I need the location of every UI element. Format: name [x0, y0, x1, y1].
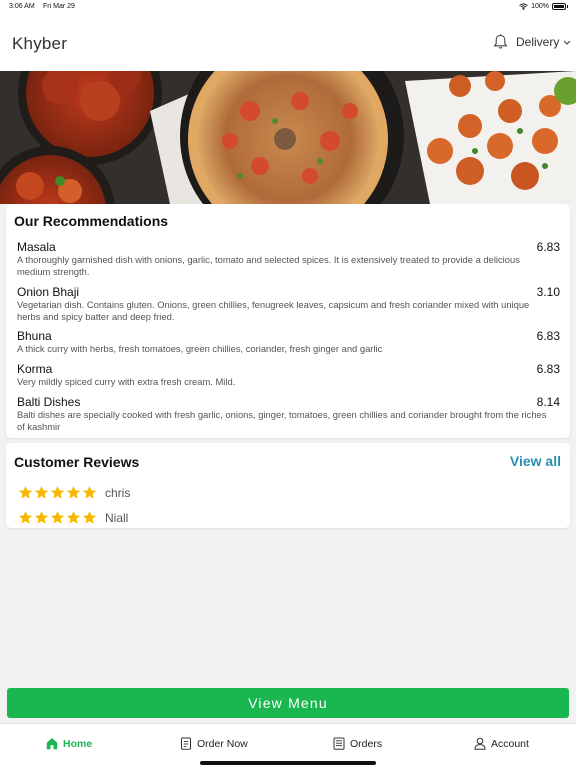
tab-home[interactable]: Home: [46, 737, 92, 750]
bottom-tab-bar: Home Order Now Orders Account: [0, 723, 576, 768]
menu-item-price: 8.14: [536, 395, 560, 409]
tab-label: Home: [63, 737, 93, 750]
star-icon: [50, 485, 65, 499]
view-menu-button[interactable]: View Menu: [7, 688, 569, 718]
star-icon: [34, 485, 49, 499]
receipt-icon: [333, 737, 345, 750]
tab-order-now[interactable]: Order Now: [180, 737, 248, 750]
tab-orders[interactable]: Orders: [333, 737, 382, 750]
star-icon: [82, 510, 97, 524]
menu-item-name: Bhuna: [17, 329, 52, 343]
menu-item[interactable]: Onion Bhaji 3.10 Vegetarian dish. Contai…: [17, 285, 560, 322]
star-icon: [50, 510, 65, 524]
star-icon: [18, 485, 33, 499]
review-row: Niall: [18, 510, 128, 525]
wifi-icon: [519, 3, 528, 10]
menu-item-description: Balti dishes are specially cooked with f…: [17, 409, 547, 432]
menu-item[interactable]: Bhuna 6.83 A thick curry with herbs, fre…: [17, 329, 560, 355]
view-all-link[interactable]: View all: [510, 453, 561, 469]
menu-item-name: Onion Bhaji: [17, 285, 80, 299]
reviewer-name: chris: [105, 485, 131, 500]
reviews-title: Customer Reviews: [14, 454, 140, 470]
menu-item-name: Masala: [17, 240, 56, 254]
menu-item-description: Very mildly spiced curry with extra fres…: [17, 376, 236, 387]
menu-item-price: 3.10: [536, 285, 560, 299]
status-right: 100%: [519, 3, 568, 10]
home-indicator: [200, 761, 376, 765]
tab-label: Orders: [350, 737, 383, 750]
customer-reviews-card: Customer Reviews View all chris Niall: [6, 443, 570, 528]
status-bar: 3:06 AM Fri Mar 29 100%: [0, 0, 576, 14]
star-icon: [66, 510, 81, 524]
star-rating: [18, 510, 97, 525]
recommendations-title: Our Recommendations: [14, 213, 169, 229]
menu-item-description: A thick curry with herbs, fresh tomatoes…: [17, 343, 383, 354]
review-row: chris: [18, 485, 130, 500]
status-time: 3:06 AM: [9, 3, 35, 10]
menu-item-description: Vegetarian dish. Contains gluten. Onions…: [17, 299, 530, 322]
star-icon: [66, 485, 81, 499]
menu-item-price: 6.83: [536, 362, 560, 376]
user-icon: [474, 737, 486, 750]
status-date: Fri Mar 29: [43, 3, 75, 10]
menu-item-description: A thoroughly garnished dish with onions,…: [17, 254, 520, 277]
menu-item-name: Korma: [17, 362, 53, 376]
recommendations-card: Our Recommendations Masala 6.83 A thorou…: [6, 204, 570, 438]
star-icon: [18, 510, 33, 524]
home-icon: [46, 738, 58, 750]
menu-item[interactable]: Korma 6.83 Very mildly spiced curry with…: [17, 362, 560, 388]
app-header: Khyber Delivery: [0, 14, 576, 71]
bell-icon[interactable]: [493, 34, 508, 50]
star-icon: [82, 485, 97, 499]
chevron-down-icon: [563, 40, 571, 45]
star-icon: [34, 510, 49, 524]
tab-label: Account: [491, 737, 529, 750]
hero-food-image: [0, 71, 576, 204]
battery-percent: 100%: [531, 3, 549, 10]
battery-icon: [552, 3, 566, 10]
reviewer-name: Niall: [105, 510, 129, 525]
restaurant-title: Khyber: [12, 34, 68, 53]
order-icon: [181, 737, 191, 750]
menu-item[interactable]: Masala 6.83 A thoroughly garnished dish …: [17, 240, 560, 277]
menu-item[interactable]: Balti Dishes 8.14 Balti dishes are speci…: [17, 395, 560, 432]
tab-label: Order Now: [197, 737, 248, 750]
delivery-dropdown[interactable]: Delivery: [516, 35, 571, 49]
food-photo: [0, 71, 576, 204]
star-rating: [18, 485, 97, 500]
tab-account[interactable]: Account: [474, 737, 529, 750]
menu-item-price: 6.83: [536, 329, 560, 343]
menu-item-name: Balti Dishes: [17, 395, 81, 409]
delivery-label: Delivery: [516, 35, 560, 49]
menu-item-price: 6.83: [536, 240, 560, 254]
